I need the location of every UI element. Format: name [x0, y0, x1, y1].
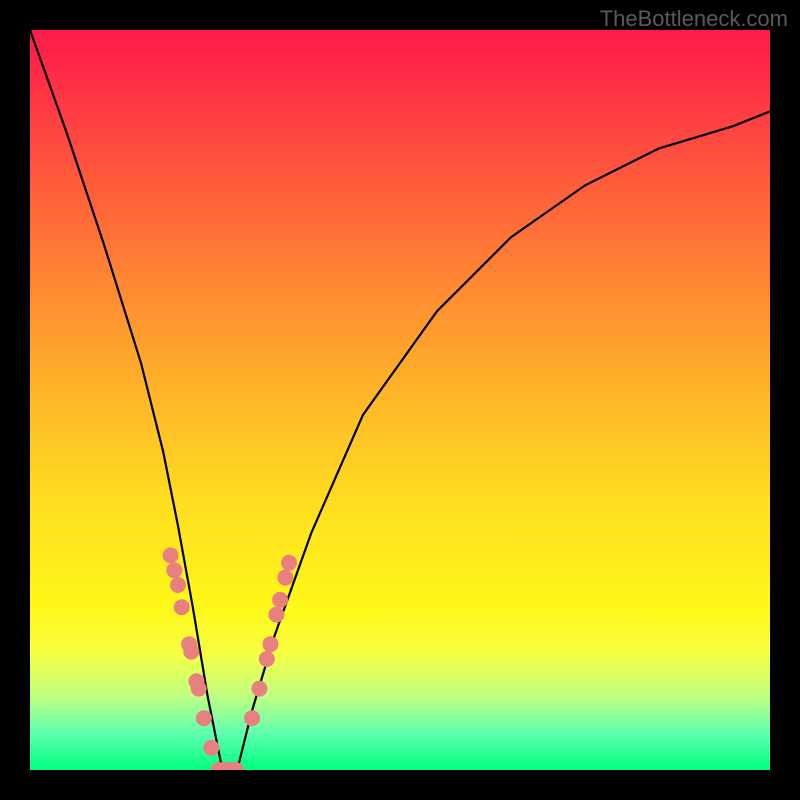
data-marker — [244, 710, 260, 726]
data-marker — [191, 681, 207, 697]
data-marker — [272, 592, 288, 608]
data-marker — [163, 547, 179, 563]
data-marker — [268, 607, 284, 623]
data-marker — [170, 577, 186, 593]
data-marker — [281, 555, 297, 571]
data-marker — [259, 651, 275, 667]
bottleneck-curve — [30, 30, 770, 770]
chart-plot-area — [30, 30, 770, 770]
chart-svg — [30, 30, 770, 770]
data-marker — [196, 710, 212, 726]
data-marker — [183, 644, 199, 660]
data-marker — [174, 599, 190, 615]
data-marker — [203, 740, 219, 756]
data-marker — [277, 570, 293, 586]
data-marker — [166, 562, 182, 578]
data-marker — [263, 636, 279, 652]
data-marker — [251, 681, 267, 697]
data-markers — [163, 547, 297, 770]
watermark-text: TheBottleneck.com — [600, 6, 788, 32]
